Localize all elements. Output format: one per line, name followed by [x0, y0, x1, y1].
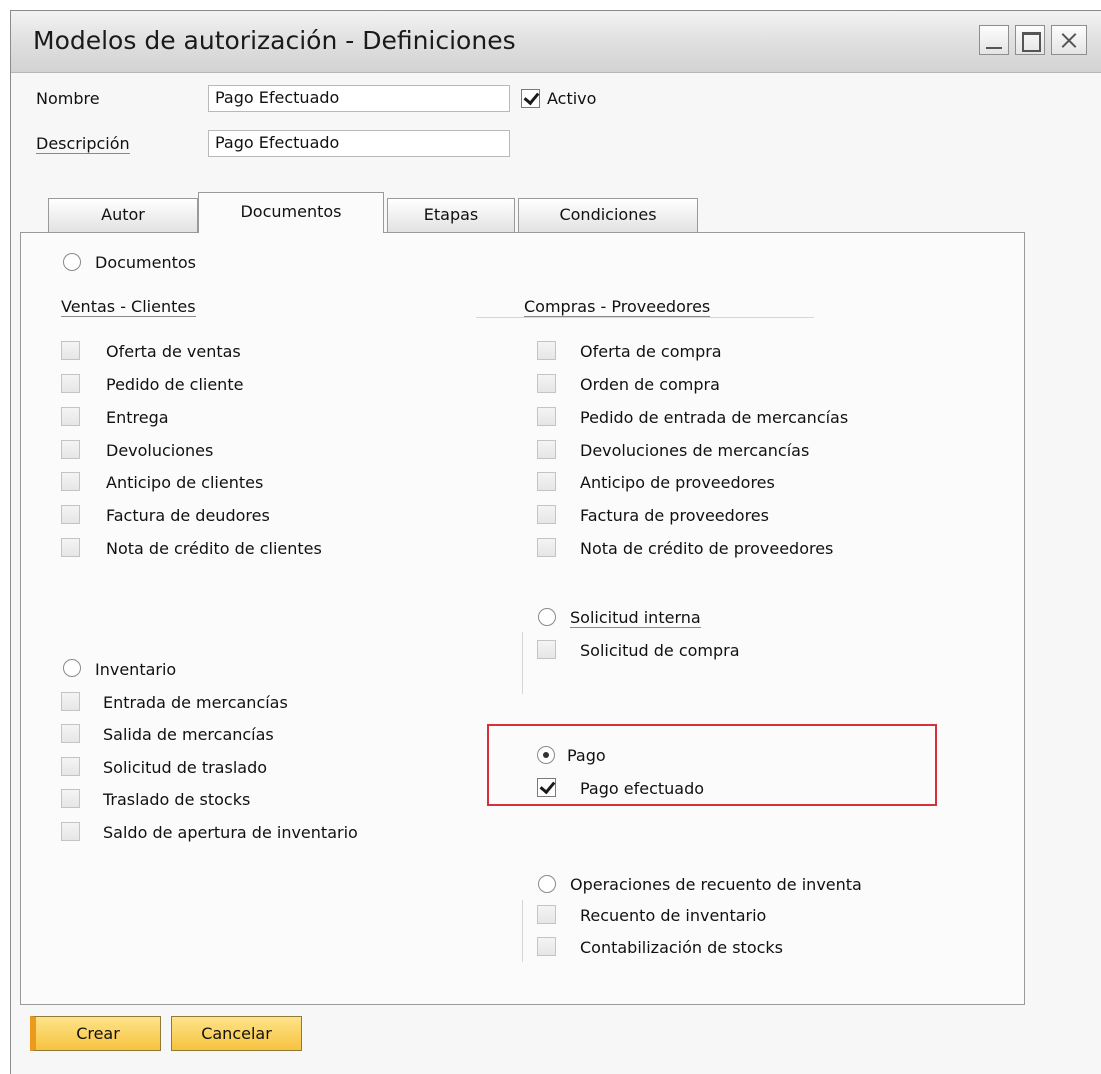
active-label: Activo [547, 89, 597, 108]
sales-item: Oferta de ventas [106, 342, 241, 361]
purchases-checkbox[interactable] [537, 505, 556, 524]
sales-checkbox[interactable] [61, 374, 80, 393]
name-field[interactable]: Pago Efectuado [208, 85, 510, 112]
tab-autor[interactable]: Autor [48, 198, 198, 232]
inventory-counting-radio[interactable] [538, 875, 556, 893]
internal-request-item: Solicitud de compra [580, 641, 740, 660]
sales-item: Entrega [106, 408, 169, 427]
sales-checkbox[interactable] [61, 538, 80, 557]
purchases-checkbox[interactable] [537, 374, 556, 393]
purchases-checkbox[interactable] [537, 472, 556, 491]
inventory-checkbox[interactable] [61, 789, 80, 808]
internal-request-checkbox[interactable] [537, 640, 556, 659]
purchases-checkbox[interactable] [537, 407, 556, 426]
inventory-item: Salida de mercancías [103, 725, 274, 744]
sales-heading: Ventas - Clientes [61, 297, 196, 317]
cancel-button[interactable]: Cancelar [171, 1016, 302, 1051]
tab-documentos[interactable]: Documentos [198, 192, 384, 233]
title-bar[interactable]: Modelos de autorización - Definiciones [11, 11, 1101, 73]
description-label: Descripción [36, 134, 130, 154]
payment-radio-label: Pago [567, 746, 606, 765]
inventory-radio-label: Inventario [95, 660, 177, 679]
internal-request-radio[interactable] [538, 608, 556, 626]
sales-checkbox[interactable] [61, 505, 80, 524]
payment-radio[interactable] [537, 746, 555, 764]
sales-item: Anticipo de clientes [106, 473, 264, 492]
sales-item: Pedido de cliente [106, 375, 244, 394]
payment-made-label: Pago efectuado [580, 779, 705, 798]
internal-request-label: Solicitud interna [570, 608, 701, 628]
inventory-item: Traslado de stocks [103, 790, 251, 809]
inventory-counting-item: Contabilización de stocks [580, 938, 784, 957]
documents-radio-label: Documentos [95, 253, 197, 272]
maximize-icon[interactable] [1015, 25, 1045, 55]
purchases-item: Devoluciones de mercancías [580, 441, 810, 460]
purchases-item: Nota de crédito de proveedores [580, 539, 834, 558]
create-button[interactable]: Crear [30, 1016, 161, 1051]
sales-item: Nota de crédito de clientes [106, 539, 322, 558]
inventory-counting-divider [522, 900, 523, 962]
purchases-item: Factura de proveedores [580, 506, 769, 525]
inventory-checkbox[interactable] [61, 692, 80, 711]
inventory-counting-checkbox[interactable] [537, 937, 556, 956]
inventory-checkbox[interactable] [61, 757, 80, 776]
purchases-checkbox[interactable] [537, 538, 556, 557]
sales-checkbox[interactable] [61, 341, 80, 360]
purchases-item: Oferta de compra [580, 342, 722, 361]
minimize-icon[interactable] [979, 25, 1009, 55]
sales-checkbox[interactable] [61, 440, 80, 459]
inventory-checkbox[interactable] [61, 822, 80, 841]
internal-request-divider [522, 632, 523, 694]
sales-checkbox[interactable] [61, 472, 80, 491]
inventory-counting-label: Operaciones de recuento de inventa [570, 875, 862, 894]
purchases-checkbox[interactable] [537, 341, 556, 360]
sales-item: Factura de deudores [106, 506, 270, 525]
sales-item: Devoluciones [106, 441, 214, 460]
sales-checkbox[interactable] [61, 407, 80, 426]
name-label: Nombre [36, 89, 100, 108]
purchases-divider [476, 317, 814, 318]
purchases-item: Anticipo de proveedores [580, 473, 775, 492]
tab-etapas[interactable]: Etapas [387, 198, 515, 232]
inventory-counting-item: Recuento de inventario [580, 906, 767, 925]
inventory-item: Entrada de mercancías [103, 693, 288, 712]
inventory-radio[interactable] [63, 659, 81, 677]
inventory-checkbox[interactable] [61, 724, 80, 743]
tab-condiciones[interactable]: Condiciones [518, 198, 698, 232]
window-title: Modelos de autorización - Definiciones [33, 26, 516, 55]
inventory-counting-checkbox[interactable] [537, 905, 556, 924]
purchases-checkbox[interactable] [537, 440, 556, 459]
close-icon[interactable] [1051, 25, 1087, 55]
inventory-item: Solicitud de traslado [103, 758, 268, 777]
active-checkbox[interactable] [521, 89, 540, 108]
purchases-item: Pedido de entrada de mercancías [580, 408, 849, 427]
description-field[interactable]: Pago Efectuado [208, 130, 510, 157]
payment-made-checkbox[interactable] [537, 778, 556, 797]
purchases-heading: Compras - Proveedores [524, 297, 711, 317]
purchases-item: Orden de compra [580, 375, 720, 394]
documents-radio[interactable] [63, 253, 81, 271]
inventory-item: Saldo de apertura de inventario [103, 823, 358, 842]
